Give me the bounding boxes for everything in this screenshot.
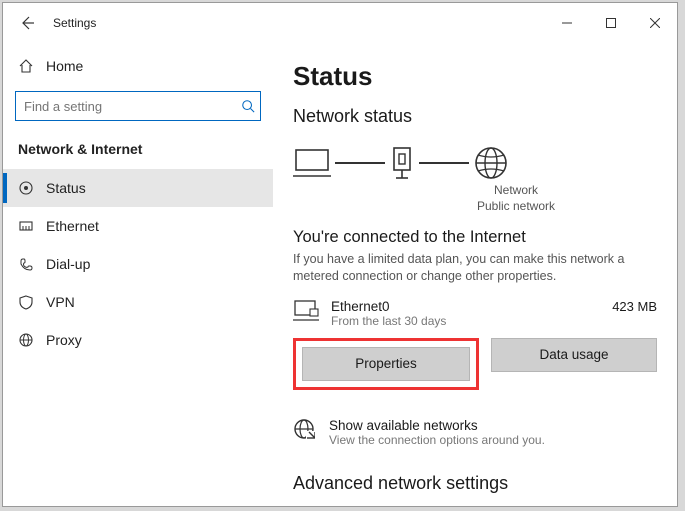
diagram-node-label: Network <box>375 183 657 199</box>
diagram-labels: Network Public network <box>375 183 657 214</box>
available-networks-icon <box>293 418 315 440</box>
sidebar-item-vpn[interactable]: VPN <box>3 283 273 321</box>
home-icon <box>18 58 34 74</box>
maximize-icon <box>606 18 616 28</box>
connection-pc-icon <box>293 299 319 323</box>
status-description: If you have a limited data plan, you can… <box>293 251 657 285</box>
pc-icon <box>293 146 331 180</box>
sidebar-section-label: Network & Internet <box>3 135 273 169</box>
sidebar-item-label: Ethernet <box>46 218 99 234</box>
sidebar: Home Network & Internet Status Ether <box>3 43 273 506</box>
sidebar-item-label: Proxy <box>46 332 82 348</box>
section-title: Network status <box>293 106 657 127</box>
minimize-button[interactable] <box>545 8 589 38</box>
sidebar-item-label: Dial-up <box>46 256 90 272</box>
dialup-icon <box>18 256 34 272</box>
arrow-left-icon <box>19 15 35 31</box>
titlebar: Settings <box>3 3 677 43</box>
close-icon <box>650 18 660 28</box>
search-wrap <box>15 91 261 121</box>
close-button[interactable] <box>633 8 677 38</box>
sidebar-item-status[interactable]: Status <box>3 169 273 207</box>
settings-window: Settings Home Networ <box>2 2 678 507</box>
advanced-heading: Advanced network settings <box>293 473 657 494</box>
sidebar-item-proxy[interactable]: Proxy <box>3 321 273 359</box>
sidebar-item-label: VPN <box>46 294 75 310</box>
highlight-box: Properties <box>293 338 479 390</box>
show-available-networks[interactable]: Show available networks View the connect… <box>293 418 657 447</box>
status-icon <box>18 180 34 196</box>
ethernet-icon <box>18 218 34 234</box>
sidebar-item-dialup[interactable]: Dial-up <box>3 245 273 283</box>
connection-subtext: From the last 30 days <box>331 314 600 328</box>
status-headline: You're connected to the Internet <box>293 228 657 247</box>
main-content: Status Network status Network Public net… <box>273 43 677 506</box>
page-title: Status <box>293 61 657 92</box>
minimize-icon <box>562 18 572 28</box>
button-row: Properties Data usage <box>293 338 657 390</box>
search-input[interactable] <box>15 91 261 121</box>
sidebar-home[interactable]: Home <box>3 47 273 85</box>
connection-usage: 423 MB <box>612 299 657 314</box>
connection-row: Ethernet0 From the last 30 days 423 MB <box>293 299 657 328</box>
available-networks-subtitle: View the connection options around you. <box>329 433 545 447</box>
sidebar-home-label: Home <box>46 58 83 74</box>
sidebar-item-label: Status <box>46 180 86 196</box>
vpn-icon <box>18 294 34 310</box>
proxy-icon <box>18 332 34 348</box>
connection-name: Ethernet0 <box>331 299 600 314</box>
window-title: Settings <box>53 16 96 30</box>
globe-icon <box>473 145 509 181</box>
dash-line <box>335 162 385 164</box>
properties-button[interactable]: Properties <box>302 347 470 381</box>
back-button[interactable] <box>13 9 41 37</box>
sidebar-item-ethernet[interactable]: Ethernet <box>3 207 273 245</box>
dash-line <box>419 162 469 164</box>
router-icon <box>389 146 415 180</box>
diagram-node-sublabel: Public network <box>375 199 657 215</box>
network-diagram <box>293 145 657 181</box>
maximize-button[interactable] <box>589 8 633 38</box>
search-icon <box>241 99 255 113</box>
data-usage-button[interactable]: Data usage <box>491 338 657 372</box>
available-networks-title: Show available networks <box>329 418 545 433</box>
